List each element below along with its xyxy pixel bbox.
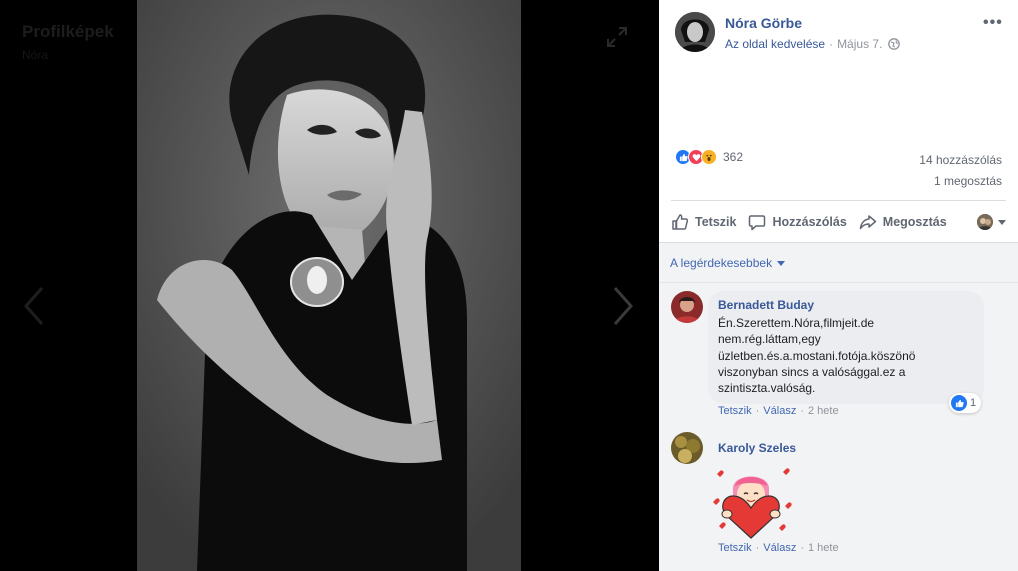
- share-button-label: Megosztás: [882, 215, 947, 229]
- divider: [659, 282, 1018, 283]
- post-actions: Tetszik Hozzászólás Megosztás: [671, 210, 1006, 234]
- expand-icon[interactable]: [606, 26, 628, 48]
- album-subtitle: Nóra: [22, 48, 49, 62]
- comment-reaction-count: 1: [970, 397, 977, 409]
- comment-like-link[interactable]: Tetszik: [718, 405, 752, 417]
- heart-sticker: [709, 462, 793, 540]
- comment-text: Én.Szerettem.Nóra,filmjeit.de nem.rég.lá…: [718, 316, 916, 396]
- comments-section: A legérdekesebbek Bernadett Buday Én.Sze…: [659, 243, 1018, 571]
- user-avatar: [977, 214, 993, 230]
- share-button[interactable]: Megosztás: [859, 213, 947, 231]
- comment-reply-link[interactable]: Válasz: [763, 542, 796, 554]
- reaction-count: 362: [723, 150, 744, 164]
- divider: [671, 200, 1006, 201]
- wow-reaction-icon: [701, 149, 717, 165]
- commenter-avatar[interactable]: [671, 432, 703, 464]
- comment-time[interactable]: 2 hete: [808, 405, 839, 417]
- album-title[interactable]: Profilképek: [22, 22, 114, 42]
- commenter-name[interactable]: Karoly Szeles: [718, 441, 796, 455]
- author-avatar[interactable]: [675, 12, 715, 52]
- comment-button[interactable]: Hozzászólás: [748, 213, 847, 231]
- comment-reply-link[interactable]: Válasz: [763, 405, 796, 417]
- commenter-avatar[interactable]: [671, 291, 703, 323]
- like-page-link[interactable]: Az oldal kedvelése: [725, 37, 825, 51]
- profile-photo[interactable]: [137, 0, 521, 571]
- chevron-right-icon[interactable]: [609, 284, 639, 328]
- author-name[interactable]: Nóra Görbe: [725, 15, 802, 31]
- commenter-name[interactable]: Bernadett Buday: [718, 298, 974, 312]
- comment-bubble: Bernadett Buday Én.Szerettem.Nóra,filmje…: [708, 291, 984, 405]
- comment-icon: [749, 215, 766, 231]
- meta-separator: ·: [800, 405, 804, 417]
- reaction-as-selector[interactable]: [977, 214, 1006, 230]
- post-date[interactable]: Május 7.: [837, 37, 882, 51]
- share-icon: [859, 215, 877, 230]
- like-reaction-icon: [951, 395, 967, 411]
- thumbs-up-icon: [672, 214, 689, 230]
- like-button-label: Tetszik: [695, 215, 737, 229]
- comment-reaction-badge[interactable]: 1: [949, 393, 982, 413]
- comment-time[interactable]: 1 hete: [808, 542, 839, 554]
- comments-count[interactable]: 14 hozzászólás: [919, 153, 1002, 167]
- comment-sort-label: A legérdekesebbek: [670, 256, 773, 270]
- reaction-summary[interactable]: 362: [675, 149, 743, 165]
- meta-separator: ·: [755, 405, 760, 417]
- comment-like-link[interactable]: Tetszik: [718, 542, 752, 554]
- photo-viewer: Profilképek Nóra: [0, 0, 659, 571]
- post-panel: Nóra Görbe Az oldal kedvelése · Május 7.…: [659, 0, 1018, 571]
- globe-icon: [888, 38, 901, 50]
- meta-separator: ·: [829, 37, 834, 51]
- comment-actions: Tetszik · Válasz · 1 hete: [718, 542, 839, 554]
- meta-separator: ·: [800, 542, 804, 554]
- portrait-image: [137, 0, 521, 571]
- chevron-down-icon: [998, 219, 1006, 225]
- chevron-down-icon: [777, 260, 786, 266]
- more-options-icon[interactable]: •••: [983, 14, 1003, 32]
- post-meta: Az oldal kedvelése · Május 7.: [725, 37, 901, 51]
- meta-separator: ·: [755, 542, 760, 554]
- chevron-left-icon[interactable]: [18, 284, 48, 328]
- shares-count[interactable]: 1 megosztás: [934, 174, 1002, 188]
- like-button[interactable]: Tetszik: [671, 213, 736, 231]
- comment-sort-dropdown[interactable]: A legérdekesebbek: [670, 256, 786, 270]
- comment-actions: Tetszik · Válasz · 2 hete: [718, 405, 839, 417]
- comment-button-label: Hozzászólás: [772, 215, 847, 229]
